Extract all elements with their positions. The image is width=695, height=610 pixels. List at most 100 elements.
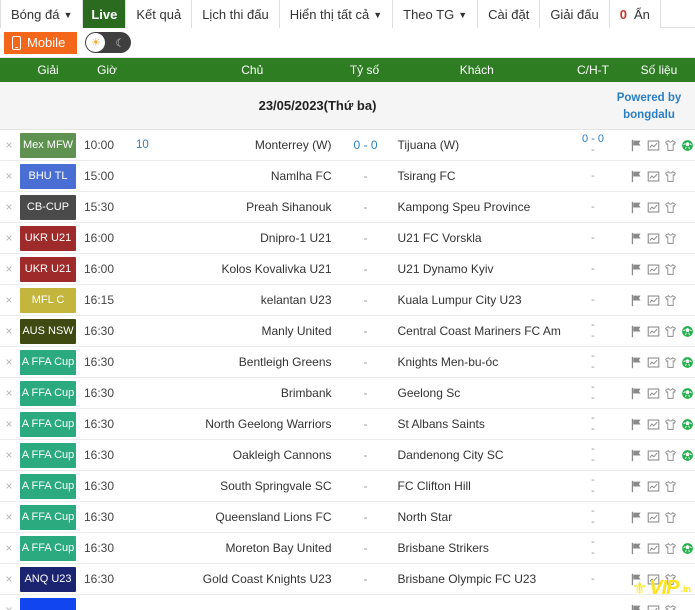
chart-icon[interactable]: [646, 541, 661, 556]
away-team-name[interactable]: Brisbane Olympic FC U23: [392, 564, 564, 594]
jersey-icon[interactable]: [663, 510, 678, 525]
close-icon[interactable]: ×: [0, 192, 18, 222]
home-team-name[interactable]: kelantan U23: [166, 285, 340, 315]
flag-icon[interactable]: [629, 448, 644, 463]
nav-button-fixtures[interactable]: Lịch thi đấu: [192, 0, 280, 28]
table-row[interactable]: × UKR U21 16:00 Dnipro-1 U21 - U21 FC Vorskla…: [0, 223, 695, 254]
close-icon[interactable]: ×: [0, 161, 18, 191]
close-icon[interactable]: ×: [0, 502, 18, 532]
mobile-button[interactable]: Mobile: [4, 31, 78, 54]
nav-button-sport[interactable]: Bóng đá ▼: [0, 0, 84, 28]
chart-icon[interactable]: [646, 355, 661, 370]
jersey-icon[interactable]: [663, 324, 678, 339]
table-row[interactable]: × A FFA Cup 16:30 Brimbank - Geelong Sc - -: [0, 378, 695, 409]
away-team-name[interactable]: North Star: [392, 502, 564, 532]
table-row[interactable]: × A FFA Cup 16:30 Queensland Lions FC - North…: [0, 502, 695, 533]
home-team-name[interactable]: Bentleigh Greens: [166, 347, 340, 377]
home-team-name[interactable]: Brimbank: [166, 378, 340, 408]
league-badge[interactable]: MFL C: [18, 285, 78, 315]
away-team-name[interactable]: U21 FC Vorskla: [392, 223, 564, 253]
flag-icon[interactable]: [629, 572, 644, 587]
away-team-name[interactable]: U21 Dynamo Kyiv: [392, 254, 564, 284]
jersey-icon[interactable]: [663, 169, 678, 184]
flag-icon[interactable]: [629, 603, 644, 610]
chart-icon[interactable]: [646, 169, 661, 184]
football-icon[interactable]: [680, 355, 695, 370]
table-row[interactable]: × A FFA Cup 16:30 Moreton Bay United - Brisba…: [0, 533, 695, 564]
league-badge[interactable]: CB-CUP: [18, 192, 78, 222]
table-row[interactable]: × ANQ U23 16:30 Gold Coast Knights U23 - Bris…: [0, 564, 695, 595]
close-icon[interactable]: ×: [0, 471, 18, 501]
chart-icon[interactable]: [646, 138, 661, 153]
close-icon[interactable]: ×: [0, 409, 18, 439]
away-team-name[interactable]: Geelong Sc: [392, 378, 564, 408]
jersey-icon[interactable]: [663, 200, 678, 215]
jersey-icon[interactable]: [663, 417, 678, 432]
home-team-name[interactable]: Moreton Bay United: [166, 533, 340, 563]
jersey-icon[interactable]: [663, 603, 678, 610]
football-icon[interactable]: [680, 417, 695, 432]
league-badge[interactable]: ANQ U23: [18, 564, 78, 594]
jersey-icon[interactable]: [663, 572, 678, 587]
jersey-icon[interactable]: [663, 386, 678, 401]
chart-icon[interactable]: [646, 200, 661, 215]
jersey-icon[interactable]: [663, 479, 678, 494]
close-icon[interactable]: ×: [0, 223, 18, 253]
close-icon[interactable]: ×: [0, 378, 18, 408]
table-row[interactable]: × Mex MFW 10:00 10 Monterrey (W) 0 - 0 Tijuana…: [0, 130, 695, 161]
chart-icon[interactable]: [646, 510, 661, 525]
flag-icon[interactable]: [629, 355, 644, 370]
home-team-name[interactable]: Monterrey (W): [166, 130, 340, 160]
home-team-name[interactable]: Kolos Kovalivka U21: [166, 254, 340, 284]
away-team-name[interactable]: Dandenong City SC: [392, 440, 564, 470]
football-icon[interactable]: [680, 138, 695, 153]
league-badge[interactable]: A FFA Cup: [18, 502, 78, 532]
theme-toggle[interactable]: ☀ ☾: [85, 32, 132, 53]
chart-icon[interactable]: [646, 603, 661, 610]
home-team-name[interactable]: Namlha FC: [166, 161, 340, 191]
table-row[interactable]: × BHU TL 15:00 Namlha FC - Tsirang FC -: [0, 161, 695, 192]
away-team-name[interactable]: FC Clifton Hill: [392, 471, 564, 501]
jersey-icon[interactable]: [663, 231, 678, 246]
close-icon[interactable]: ×: [0, 564, 18, 594]
flag-icon[interactable]: [629, 417, 644, 432]
league-badge[interactable]: A FFA Cup: [18, 471, 78, 501]
close-icon[interactable]: ×: [0, 533, 18, 563]
home-team-name[interactable]: [166, 595, 340, 610]
league-badge[interactable]: BHU TL: [18, 161, 78, 191]
table-row[interactable]: × UKR U21 16:00 Kolos Kovalivka U21 - U21 Dyn…: [0, 254, 695, 285]
jersey-icon[interactable]: [663, 448, 678, 463]
league-badge[interactable]: UKR U21: [18, 254, 78, 284]
nav-button-results[interactable]: Kết quả: [126, 0, 193, 28]
league-badge[interactable]: Mex MFW: [18, 130, 78, 160]
nav-button-hidden[interactable]: 0 Ẩn: [609, 0, 661, 28]
chart-icon[interactable]: [646, 262, 661, 277]
away-team-name[interactable]: Kampong Speu Province: [392, 192, 564, 222]
away-team-name[interactable]: Knights Men-bu-óc: [392, 347, 564, 377]
jersey-icon[interactable]: [663, 138, 678, 153]
flag-icon[interactable]: [629, 386, 644, 401]
chart-icon[interactable]: [646, 231, 661, 246]
league-badge[interactable]: A FFA Cup: [18, 440, 78, 470]
football-icon[interactable]: [680, 448, 695, 463]
table-row[interactable]: × AUS NSW 16:30 Manly United - Central Coast …: [0, 316, 695, 347]
home-team-name[interactable]: North Geelong Warriors: [166, 409, 340, 439]
flag-icon[interactable]: [629, 169, 644, 184]
chart-icon[interactable]: [646, 479, 661, 494]
football-icon[interactable]: [680, 386, 695, 401]
close-icon[interactable]: ×: [0, 595, 18, 610]
jersey-icon[interactable]: [663, 293, 678, 308]
football-icon[interactable]: [680, 541, 695, 556]
table-row[interactable]: × A FFA Cup 16:30 Oakleigh Cannons - Dandenon…: [0, 440, 695, 471]
home-team-name[interactable]: South Springvale SC: [166, 471, 340, 501]
league-badge[interactable]: UKR U21: [18, 223, 78, 253]
away-team-name[interactable]: [392, 595, 564, 610]
jersey-icon[interactable]: [663, 541, 678, 556]
close-icon[interactable]: ×: [0, 254, 18, 284]
nav-button-live[interactable]: Live: [83, 0, 127, 28]
table-row[interactable]: × A FFA Cup 16:30 South Springvale SC - FC Cl…: [0, 471, 695, 502]
close-icon[interactable]: ×: [0, 440, 18, 470]
flag-icon[interactable]: [629, 510, 644, 525]
close-icon[interactable]: ×: [0, 285, 18, 315]
chart-icon[interactable]: [646, 417, 661, 432]
